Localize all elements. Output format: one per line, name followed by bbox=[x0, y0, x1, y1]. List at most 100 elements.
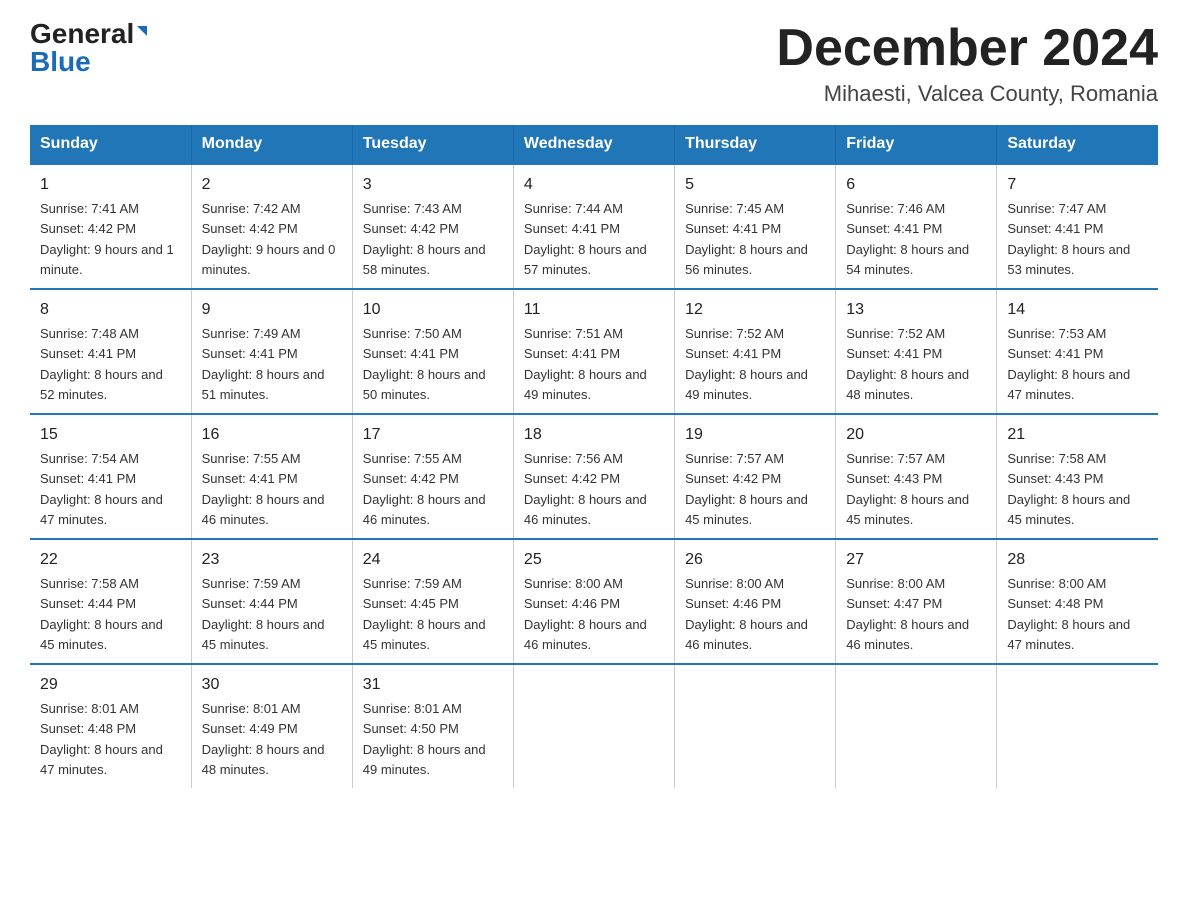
day-info: Sunrise: 7:52 AMSunset: 4:41 PMDaylight:… bbox=[685, 326, 808, 402]
table-row: 4Sunrise: 7:44 AMSunset: 4:41 PMDaylight… bbox=[513, 164, 674, 289]
day-info: Sunrise: 7:47 AMSunset: 4:41 PMDaylight:… bbox=[1007, 201, 1130, 277]
day-info: Sunrise: 7:54 AMSunset: 4:41 PMDaylight:… bbox=[40, 451, 163, 527]
day-number: 23 bbox=[202, 548, 342, 572]
day-number: 21 bbox=[1007, 423, 1148, 447]
day-info: Sunrise: 7:45 AMSunset: 4:41 PMDaylight:… bbox=[685, 201, 808, 277]
day-info: Sunrise: 8:00 AMSunset: 4:46 PMDaylight:… bbox=[524, 576, 647, 652]
table-row: 10Sunrise: 7:50 AMSunset: 4:41 PMDayligh… bbox=[352, 289, 513, 414]
day-info: Sunrise: 7:53 AMSunset: 4:41 PMDaylight:… bbox=[1007, 326, 1130, 402]
table-row: 19Sunrise: 7:57 AMSunset: 4:42 PMDayligh… bbox=[675, 414, 836, 539]
table-row: 14 Sunrise: 7:53 AMSunset: 4:41 PMDayligh… bbox=[997, 289, 1158, 414]
day-info: Sunrise: 7:48 AMSunset: 4:41 PMDaylight:… bbox=[40, 326, 163, 402]
table-row: 23Sunrise: 7:59 AMSunset: 4:44 PMDayligh… bbox=[191, 539, 352, 664]
day-number: 20 bbox=[846, 423, 986, 447]
calendar-week-row: 22 Sunrise: 7:58 AMSunset: 4:44 PMDayligh… bbox=[30, 539, 1158, 664]
table-row: 21 Sunrise: 7:58 AMSunset: 4:43 PMDayligh… bbox=[997, 414, 1158, 539]
logo: General Blue bbox=[30, 20, 147, 76]
table-row: 22 Sunrise: 7:58 AMSunset: 4:44 PMDayligh… bbox=[30, 539, 191, 664]
title-area: December 2024 Mihaesti, Valcea County, R… bbox=[776, 20, 1158, 107]
day-number: 27 bbox=[846, 548, 986, 572]
table-row: 24Sunrise: 7:59 AMSunset: 4:45 PMDayligh… bbox=[352, 539, 513, 664]
header-thursday: Thursday bbox=[675, 125, 836, 164]
day-info: Sunrise: 8:00 AMSunset: 4:48 PMDaylight:… bbox=[1007, 576, 1130, 652]
table-row: 26 Sunrise: 8:00 AMSunset: 4:46 PMDayligh… bbox=[675, 539, 836, 664]
day-number: 16 bbox=[202, 423, 342, 447]
day-info: Sunrise: 8:00 AMSunset: 4:47 PMDaylight:… bbox=[846, 576, 969, 652]
table-row: 13 Sunrise: 7:52 AMSunset: 4:41 PMDayligh… bbox=[836, 289, 997, 414]
calendar-title: December 2024 bbox=[776, 20, 1158, 77]
table-row: 3 Sunrise: 7:43 AMSunset: 4:42 PMDaylight… bbox=[352, 164, 513, 289]
day-info: Sunrise: 8:01 AMSunset: 4:50 PMDaylight:… bbox=[363, 701, 486, 777]
day-number: 2 bbox=[202, 173, 342, 197]
day-info: Sunrise: 8:01 AMSunset: 4:49 PMDaylight:… bbox=[202, 701, 325, 777]
header-monday: Monday bbox=[191, 125, 352, 164]
day-number: 28 bbox=[1007, 548, 1148, 572]
table-row bbox=[513, 664, 674, 788]
day-info: Sunrise: 7:51 AMSunset: 4:41 PMDaylight:… bbox=[524, 326, 647, 402]
day-number: 10 bbox=[363, 298, 503, 322]
day-number: 13 bbox=[846, 298, 986, 322]
header: General Blue December 2024 Mihaesti, Val… bbox=[30, 20, 1158, 107]
day-number: 18 bbox=[524, 423, 664, 447]
table-row: 18Sunrise: 7:56 AMSunset: 4:42 PMDayligh… bbox=[513, 414, 674, 539]
calendar-week-row: 1 Sunrise: 7:41 AMSunset: 4:42 PMDaylight… bbox=[30, 164, 1158, 289]
day-number: 14 bbox=[1007, 298, 1148, 322]
day-number: 3 bbox=[363, 173, 503, 197]
day-number: 12 bbox=[685, 298, 825, 322]
table-row: 7Sunrise: 7:47 AMSunset: 4:41 PMDaylight… bbox=[997, 164, 1158, 289]
calendar-subtitle: Mihaesti, Valcea County, Romania bbox=[776, 81, 1158, 107]
day-info: Sunrise: 7:41 AMSunset: 4:42 PMDaylight:… bbox=[40, 201, 174, 277]
table-row: 2Sunrise: 7:42 AMSunset: 4:42 PMDaylight… bbox=[191, 164, 352, 289]
table-row: 29 Sunrise: 8:01 AMSunset: 4:48 PMDayligh… bbox=[30, 664, 191, 788]
day-number: 5 bbox=[685, 173, 825, 197]
table-row bbox=[836, 664, 997, 788]
day-number: 8 bbox=[40, 298, 181, 322]
day-number: 11 bbox=[524, 298, 664, 322]
table-row: 8 Sunrise: 7:48 AMSunset: 4:41 PMDaylight… bbox=[30, 289, 191, 414]
day-number: 31 bbox=[363, 673, 503, 697]
header-tuesday: Tuesday bbox=[352, 125, 513, 164]
table-row: 20 Sunrise: 7:57 AMSunset: 4:43 PMDayligh… bbox=[836, 414, 997, 539]
table-row: 6Sunrise: 7:46 AMSunset: 4:41 PMDaylight… bbox=[836, 164, 997, 289]
day-info: Sunrise: 8:01 AMSunset: 4:48 PMDaylight:… bbox=[40, 701, 163, 777]
day-number: 29 bbox=[40, 673, 181, 697]
calendar-header-row: Sunday Monday Tuesday Wednesday Thursday… bbox=[30, 125, 1158, 164]
day-number: 19 bbox=[685, 423, 825, 447]
table-row bbox=[675, 664, 836, 788]
day-number: 26 bbox=[685, 548, 825, 572]
day-info: Sunrise: 8:00 AMSunset: 4:46 PMDaylight:… bbox=[685, 576, 808, 652]
table-row bbox=[997, 664, 1158, 788]
table-row: 15 Sunrise: 7:54 AMSunset: 4:41 PMDayligh… bbox=[30, 414, 191, 539]
table-row: 30Sunrise: 8:01 AMSunset: 4:49 PMDayligh… bbox=[191, 664, 352, 788]
day-number: 22 bbox=[40, 548, 181, 572]
day-info: Sunrise: 7:58 AMSunset: 4:43 PMDaylight:… bbox=[1007, 451, 1130, 527]
table-row: 11 Sunrise: 7:51 AMSunset: 4:41 PMDayligh… bbox=[513, 289, 674, 414]
table-row: 9 Sunrise: 7:49 AMSunset: 4:41 PMDaylight… bbox=[191, 289, 352, 414]
calendar-week-row: 8 Sunrise: 7:48 AMSunset: 4:41 PMDaylight… bbox=[30, 289, 1158, 414]
header-wednesday: Wednesday bbox=[513, 125, 674, 164]
day-info: Sunrise: 7:44 AMSunset: 4:41 PMDaylight:… bbox=[524, 201, 647, 277]
table-row: 1 Sunrise: 7:41 AMSunset: 4:42 PMDaylight… bbox=[30, 164, 191, 289]
table-row: 28 Sunrise: 8:00 AMSunset: 4:48 PMDayligh… bbox=[997, 539, 1158, 664]
day-number: 1 bbox=[40, 173, 181, 197]
day-info: Sunrise: 7:49 AMSunset: 4:41 PMDaylight:… bbox=[202, 326, 325, 402]
logo-blue-text: Blue bbox=[30, 48, 91, 76]
day-info: Sunrise: 7:58 AMSunset: 4:44 PMDaylight:… bbox=[40, 576, 163, 652]
day-info: Sunrise: 7:59 AMSunset: 4:45 PMDaylight:… bbox=[363, 576, 486, 652]
header-sunday: Sunday bbox=[30, 125, 191, 164]
day-number: 9 bbox=[202, 298, 342, 322]
day-info: Sunrise: 7:43 AMSunset: 4:42 PMDaylight:… bbox=[363, 201, 486, 277]
day-number: 6 bbox=[846, 173, 986, 197]
day-number: 15 bbox=[40, 423, 181, 447]
table-row: 31 Sunrise: 8:01 AMSunset: 4:50 PMDayligh… bbox=[352, 664, 513, 788]
day-info: Sunrise: 7:55 AMSunset: 4:41 PMDaylight:… bbox=[202, 451, 325, 527]
day-info: Sunrise: 7:52 AMSunset: 4:41 PMDaylight:… bbox=[846, 326, 969, 402]
day-number: 25 bbox=[524, 548, 664, 572]
calendar-week-row: 29 Sunrise: 8:01 AMSunset: 4:48 PMDayligh… bbox=[30, 664, 1158, 788]
logo-general-text: General bbox=[30, 20, 134, 48]
header-friday: Friday bbox=[836, 125, 997, 164]
table-row: 25 Sunrise: 8:00 AMSunset: 4:46 PMDayligh… bbox=[513, 539, 674, 664]
logo-arrow-icon bbox=[137, 26, 147, 46]
day-info: Sunrise: 7:57 AMSunset: 4:43 PMDaylight:… bbox=[846, 451, 969, 527]
day-number: 17 bbox=[363, 423, 503, 447]
